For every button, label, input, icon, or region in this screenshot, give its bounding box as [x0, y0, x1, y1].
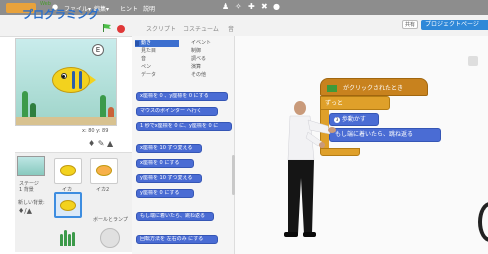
tab-scripts[interactable]: スクリプト — [146, 24, 176, 33]
sprite-card-selected[interactable] — [54, 192, 82, 218]
sprite-thumb-fish — [60, 200, 76, 211]
plant-sprite[interactable] — [64, 230, 67, 246]
category-pen[interactable]: ペン — [135, 64, 179, 71]
green-flag-icon — [327, 85, 337, 92]
new-backdrop-label: 新しい背景: — [18, 200, 45, 206]
fish-stripe — [72, 71, 75, 89]
share-button[interactable]: 共有 — [402, 20, 418, 29]
move-steps-label: 歩動かす — [341, 116, 366, 123]
help-icon[interactable]: ● — [273, 2, 280, 11]
duplicate-icon[interactable]: ♟ — [222, 2, 229, 11]
presenter-figure — [284, 101, 336, 237]
motion-block[interactable]: 1 秒でx座標を 0 に、y座標を 0 に — [136, 122, 232, 131]
plant-sprite[interactable] — [72, 232, 75, 246]
speech-bubble: E — [92, 44, 104, 56]
backdrop-tools[interactable]: ♦/▲ — [18, 207, 32, 215]
stop-icon[interactable] — [117, 25, 125, 33]
motion-block[interactable]: 回転方法を 左右のみ にする — [136, 235, 218, 244]
motion-block[interactable]: y座標を 10 ずつ変える — [136, 174, 202, 183]
motion-block[interactable]: y座標を 0 にする — [136, 189, 194, 198]
sprite-card-1[interactable] — [54, 158, 82, 184]
category-control[interactable]: 制御 — [185, 48, 229, 55]
category-motion[interactable]: 動き — [135, 40, 179, 47]
category-events[interactable]: イベント — [185, 40, 229, 47]
sprite-card-2[interactable] — [90, 158, 118, 184]
fish-stripe — [79, 71, 82, 89]
category-sensing[interactable]: 調べる — [185, 56, 229, 63]
plant-sprite[interactable] — [68, 234, 71, 246]
category-operators[interactable]: 演算 — [185, 64, 229, 71]
zoom-icon[interactable] — [468, 56, 478, 66]
sprite-label-3: ボールとランプ — [93, 217, 128, 223]
category-more[interactable]: その他 — [185, 72, 229, 79]
motion-block[interactable]: x座標を 10 ずつ変える — [136, 144, 202, 153]
plant-sprite[interactable] — [60, 234, 63, 246]
sprite-thumb-fish — [60, 165, 76, 176]
project-page-button[interactable]: プロジェクトページ — [421, 20, 488, 30]
stage[interactable]: E — [15, 38, 117, 126]
menu-tips[interactable]: ヒント — [120, 4, 138, 13]
shrink-icon[interactable]: ✖ — [261, 2, 268, 11]
stage-sublabel: 1 背景 — [19, 187, 34, 193]
ball-sprite-thumbnail[interactable] — [100, 228, 120, 248]
tab-costumes[interactable]: コスチューム — [183, 24, 219, 33]
title-tag: Web — [40, 1, 51, 7]
category-data[interactable]: データ — [135, 72, 179, 79]
motion-block[interactable]: x座標を 0 、y座標を 0 にする — [136, 92, 228, 101]
sprite-label-2: イカ2 — [96, 187, 110, 193]
menu-about[interactable]: 説明 — [143, 4, 155, 13]
grow-icon[interactable]: ✚ — [248, 2, 255, 11]
mouse-coordinates: x: 80 y: 89 — [82, 128, 109, 134]
project-title[interactable]: プログラミング — [22, 6, 99, 22]
stage-thumbnail[interactable] — [17, 156, 45, 176]
motion-block[interactable]: x座標を 0 にする — [136, 159, 194, 168]
motion-block[interactable]: もし端に着いたら、跳ね返る — [136, 212, 214, 221]
bounce-if-on-edge-block[interactable]: もし端に着いたら、跳ね返る — [329, 128, 441, 142]
category-looks[interactable]: 見た目 — [135, 48, 179, 55]
fish-sprite[interactable] — [52, 67, 90, 93]
delete-icon[interactable]: ✧ — [235, 2, 242, 11]
tab-sounds[interactable]: 音 — [228, 24, 234, 33]
green-flag-icon[interactable] — [103, 24, 111, 32]
sprite-thumb-fish — [96, 165, 112, 176]
new-sprite-tools[interactable]: ♦ ✎ ▲ — [88, 139, 113, 148]
fish-pupil — [62, 75, 65, 78]
sand — [16, 117, 116, 125]
motion-block[interactable]: マウスのポインター へ行く — [136, 107, 218, 116]
category-sound[interactable]: 音 — [135, 56, 179, 63]
